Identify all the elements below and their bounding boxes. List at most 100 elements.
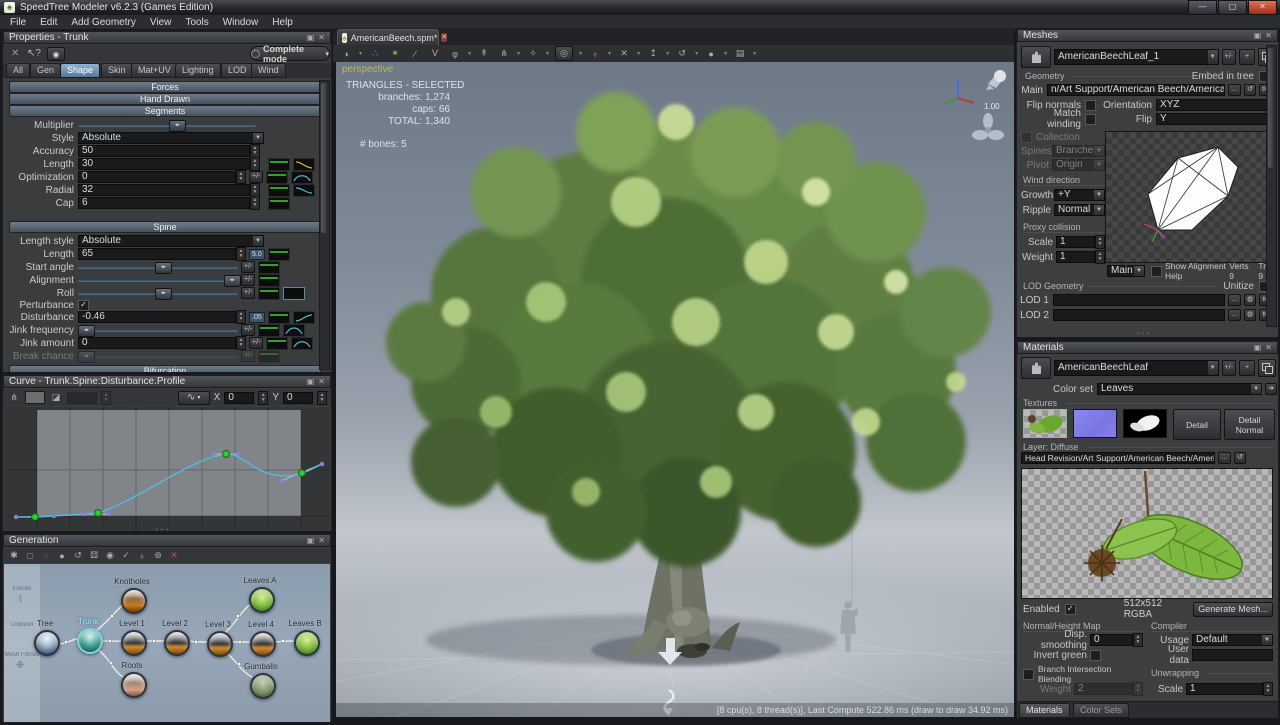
curve-stamp-icon[interactable] xyxy=(49,392,63,403)
enabled-checkbox[interactable] xyxy=(1065,604,1076,615)
proxy-scale-field[interactable]: 1 xyxy=(1056,236,1095,248)
texture-preview[interactable] xyxy=(1021,468,1273,599)
blade-display-icon[interactable] xyxy=(408,49,422,59)
node-gumballs[interactable] xyxy=(250,673,276,699)
generation-graph[interactable]: Forces Collision Mesh Forces xyxy=(4,564,330,722)
radial-field[interactable]: 32 xyxy=(78,184,250,196)
tab-lod[interactable]: LOD xyxy=(221,63,254,78)
tab-shape[interactable]: Shape xyxy=(60,63,100,78)
unwrap-scale-spinner[interactable] xyxy=(1263,682,1273,696)
curve-preset-button[interactable] xyxy=(178,391,210,405)
growth-dropdown[interactable]: +Y xyxy=(1054,189,1105,201)
render-mode-icon[interactable] xyxy=(339,49,353,59)
disp-smoothing-spinner[interactable] xyxy=(1133,633,1143,647)
node-tree[interactable] xyxy=(34,630,60,656)
chevron-down-icon[interactable] xyxy=(517,50,520,57)
chevron-down-icon[interactable] xyxy=(359,50,362,57)
length-field[interactable]: 30 xyxy=(78,158,250,170)
disturbance-profile-thumb[interactable] xyxy=(268,311,290,324)
spine-length-badge[interactable]: 5.0 xyxy=(249,249,265,260)
match-winding-checkbox[interactable] xyxy=(1085,114,1096,125)
material-dropdown[interactable]: AmericanBeechLeaf xyxy=(1054,360,1219,376)
node-roots[interactable] xyxy=(121,672,147,698)
length-spinner[interactable] xyxy=(250,157,260,171)
cap-field[interactable]: 6 xyxy=(78,197,250,209)
normal-texture-thumb[interactable] xyxy=(1073,409,1117,438)
disturbance-spinner[interactable] xyxy=(236,310,246,324)
break-chance-slider[interactable] xyxy=(78,355,238,358)
node-knotholes[interactable] xyxy=(121,588,147,614)
bib-checkbox[interactable] xyxy=(1023,669,1034,680)
context-help-icon[interactable] xyxy=(27,48,41,59)
jink-frequency-profile-thumb[interactable] xyxy=(258,324,280,337)
perturbance-checkbox[interactable] xyxy=(78,300,89,311)
menu-window[interactable]: Window xyxy=(223,17,259,28)
maximize-button[interactable] xyxy=(1218,0,1247,15)
roll-variance-button[interactable] xyxy=(241,287,255,299)
add-material-button[interactable] xyxy=(1239,360,1255,376)
chevron-down-icon[interactable] xyxy=(608,50,611,57)
jink-amount-profile-thumb[interactable] xyxy=(266,337,288,350)
tab-materials-bottom[interactable]: Materials xyxy=(1019,703,1070,718)
radial-profile-thumb[interactable] xyxy=(268,184,290,197)
splitter-grip[interactable] xyxy=(155,368,168,372)
float-panel-icon[interactable] xyxy=(307,536,315,545)
chevron-down-icon[interactable] xyxy=(695,50,698,57)
selection-highlight-icon[interactable] xyxy=(555,46,573,61)
node-leaves-a[interactable] xyxy=(249,587,275,613)
radial-spinner[interactable] xyxy=(250,183,260,197)
roll-slider[interactable] xyxy=(78,292,238,295)
generator-add-icon[interactable] xyxy=(7,550,21,561)
chevron-down-icon[interactable] xyxy=(546,50,549,57)
length-style-dropdown[interactable]: Absolute xyxy=(78,235,264,247)
tab-color-sets[interactable]: Color Sets xyxy=(1073,703,1129,718)
lod2-field[interactable] xyxy=(1053,309,1225,321)
menu-tools[interactable]: Tools xyxy=(185,17,208,28)
chevron-down-icon[interactable] xyxy=(637,50,640,57)
chevron-down-icon[interactable] xyxy=(579,50,582,57)
roll-curve-thumb[interactable] xyxy=(283,287,305,300)
document-tab[interactable]: AmericanBeech.spm* xyxy=(337,29,439,45)
settings-icon[interactable] xyxy=(151,550,165,561)
browse-button[interactable] xyxy=(1228,84,1241,96)
style-dropdown[interactable]: Absolute xyxy=(78,132,264,144)
reload-button[interactable] xyxy=(1244,84,1256,96)
lollipop-icon[interactable] xyxy=(448,49,462,59)
disp-smoothing-field[interactable]: 0 xyxy=(1090,634,1133,646)
splitter-grip[interactable] xyxy=(1137,327,1150,338)
curve-tree-icon[interactable] xyxy=(7,392,21,403)
length-curve-thumb[interactable] xyxy=(293,158,315,171)
browse-button[interactable] xyxy=(1218,452,1231,464)
camera-label[interactable]: perspective xyxy=(342,64,393,75)
chevron-down-icon[interactable] xyxy=(468,50,471,57)
invert-green-checkbox[interactable] xyxy=(1090,650,1101,661)
enable-icon[interactable] xyxy=(119,550,133,561)
float-panel-icon[interactable] xyxy=(307,33,315,42)
chevron-down-icon[interactable] xyxy=(753,50,756,57)
duplicate-material-button[interactable] xyxy=(1258,359,1276,377)
float-panel-icon[interactable] xyxy=(1254,31,1262,40)
color-set-dropdown[interactable]: Leaves xyxy=(1097,383,1262,395)
mesh-preview[interactable] xyxy=(1105,131,1275,263)
delete-node-icon[interactable] xyxy=(167,550,181,561)
tab-gen[interactable]: Gen xyxy=(30,63,61,78)
jink-frequency-variance-button[interactable] xyxy=(241,324,255,336)
tab-lighting[interactable]: Lighting xyxy=(175,63,221,78)
randomize-icon[interactable] xyxy=(87,550,101,561)
browse-button[interactable] xyxy=(1228,294,1241,306)
show-alignment-checkbox[interactable] xyxy=(1151,266,1162,277)
alignment-slider[interactable] xyxy=(78,279,238,282)
ambient-icon[interactable] xyxy=(704,49,718,59)
roll-profile-thumb[interactable] xyxy=(258,287,280,300)
jink-frequency-curve-thumb[interactable] xyxy=(283,324,305,337)
ripple-dropdown[interactable]: Normal xyxy=(1054,204,1105,216)
jink-amount-spinner[interactable] xyxy=(236,336,246,350)
grow-icon[interactable] xyxy=(646,48,660,59)
optimization-variance-button[interactable] xyxy=(249,171,263,183)
complete-mode-button[interactable]: Complete mode xyxy=(250,46,330,61)
forces-display-icon[interactable] xyxy=(497,48,511,59)
tab-wind[interactable]: Wind xyxy=(251,63,286,78)
menu-view[interactable]: View xyxy=(150,17,172,28)
select-mode-icon[interactable] xyxy=(39,551,53,561)
alpha-texture-thumb[interactable] xyxy=(1123,409,1167,438)
